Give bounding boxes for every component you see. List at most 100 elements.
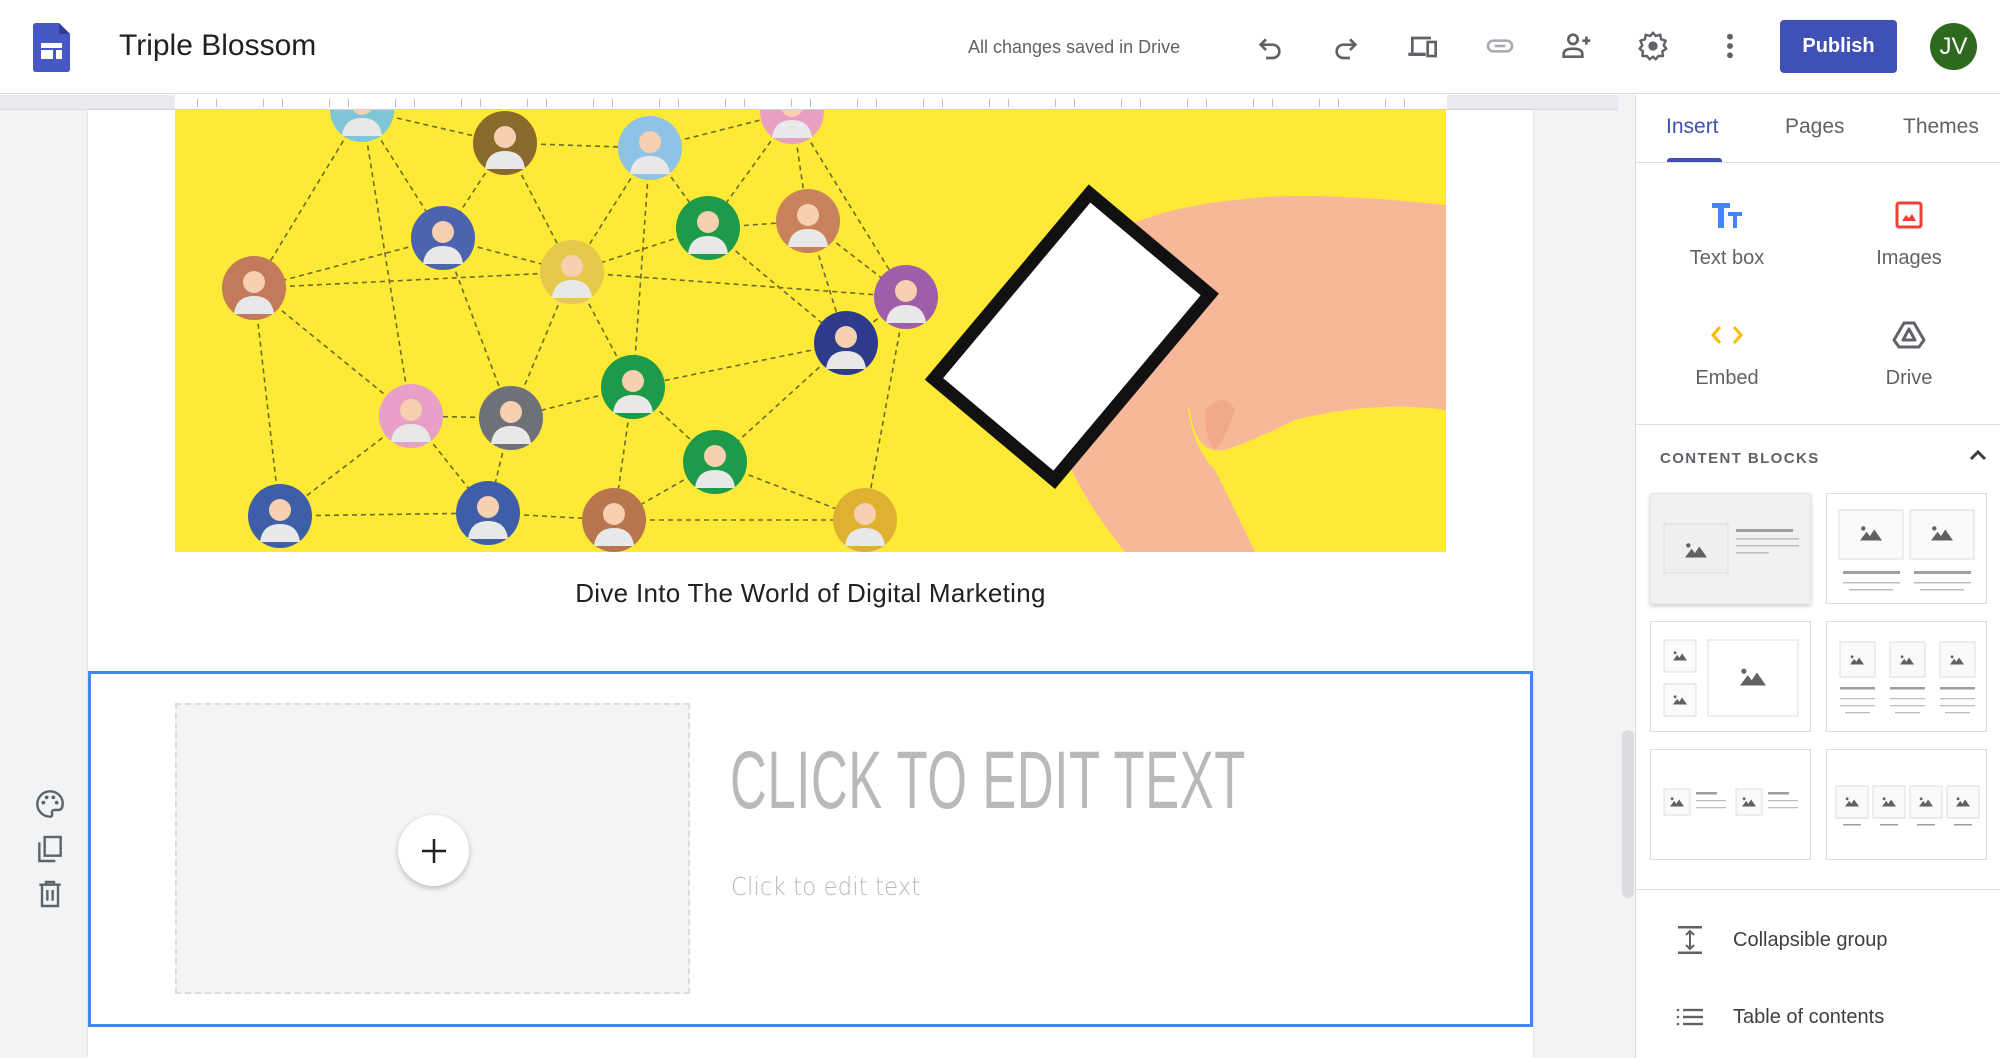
undo-button[interactable] xyxy=(1250,26,1290,66)
ruler-tick xyxy=(1121,99,1122,107)
theme-color-button[interactable] xyxy=(32,786,68,822)
undo-icon xyxy=(1258,38,1281,60)
layout-thumbnail-icon xyxy=(1839,641,1976,714)
image-placeholder[interactable] xyxy=(175,703,690,994)
ruler-tick xyxy=(1187,99,1188,107)
more-options-button[interactable] xyxy=(1710,26,1750,66)
collapse-content-blocks-button[interactable] xyxy=(1964,441,1992,469)
ruler-tick xyxy=(810,99,811,107)
ruler-tick xyxy=(659,99,660,107)
preview-button[interactable] xyxy=(1403,26,1443,66)
ruler-tick xyxy=(1140,99,1141,107)
hero-caption[interactable]: Dive Into The World of Digital Marketing xyxy=(88,578,1533,609)
google-sites-logo-icon[interactable] xyxy=(33,23,70,72)
network-person-avatar xyxy=(814,311,878,375)
site-title[interactable]: Triple Blossom xyxy=(119,26,316,66)
insert-collapsible-group[interactable]: Collapsible group xyxy=(1673,920,1888,960)
network-person-avatar xyxy=(676,196,740,260)
ruler-tick xyxy=(1404,99,1405,107)
ruler xyxy=(0,95,1635,110)
ruler-tick xyxy=(1272,99,1273,107)
settings-button[interactable] xyxy=(1633,26,1673,66)
redo-button[interactable] xyxy=(1326,26,1366,66)
tab-themes[interactable]: Themes xyxy=(1903,115,1979,139)
ruler-tick xyxy=(678,99,679,107)
section-body-placeholder[interactable]: Click to edit text xyxy=(731,872,920,901)
section-heading-placeholder[interactable]: CLICK TO EDIT TEXT xyxy=(730,736,1246,826)
table-of-contents-icon xyxy=(1673,1000,1707,1034)
ruler-tick xyxy=(546,99,547,107)
duplicate-section-button[interactable] xyxy=(32,831,68,867)
ruler-tick xyxy=(1055,99,1056,107)
account-avatar[interactable]: JV xyxy=(1930,23,1977,70)
content-block-two-image-text-rows[interactable] xyxy=(1650,749,1811,860)
link-icon xyxy=(1486,39,1514,53)
network-person-avatar xyxy=(683,430,747,494)
add-image-button[interactable] xyxy=(398,815,469,886)
chevron-up-icon xyxy=(1969,449,1987,461)
save-status: All changes saved in Drive xyxy=(968,37,1181,57)
text-box-icon xyxy=(1652,195,1802,235)
editor-scrollbar-thumb[interactable] xyxy=(1622,730,1634,898)
insert-table-of-contents[interactable]: Table of contents xyxy=(1673,997,1884,1037)
gear-icon xyxy=(1638,31,1668,61)
content-block-image-left-text-right[interactable] xyxy=(1650,493,1811,604)
content-block-four-images-with-captions[interactable] xyxy=(1826,749,1987,860)
person-add-icon xyxy=(1562,33,1591,58)
tab-pages[interactable]: Pages xyxy=(1785,115,1845,139)
ruler-tick xyxy=(216,99,217,107)
tab-insert[interactable]: Insert xyxy=(1666,115,1719,139)
insert-images[interactable]: Images xyxy=(1834,195,1984,295)
delete-section-button[interactable] xyxy=(32,876,68,912)
insert-drive[interactable]: Drive xyxy=(1834,315,1984,415)
network-person-avatar xyxy=(618,116,682,180)
ruler-tick xyxy=(263,99,264,107)
ruler-tick xyxy=(348,99,349,107)
plus-icon xyxy=(421,838,446,863)
editor-scrollbar-track[interactable] xyxy=(1618,95,1635,1058)
content-blocks-heading: CONTENT BLOCKS xyxy=(1660,450,1820,467)
layout-thumbnail-icon xyxy=(1663,639,1799,717)
ruler-tick xyxy=(725,99,726,107)
top-app-bar: Triple Blossom All changes saved in Driv… xyxy=(0,0,2000,94)
network-person-avatar xyxy=(874,265,938,329)
network-person-avatar xyxy=(411,206,475,270)
insert-embed-label: Embed xyxy=(1695,367,1759,389)
ruler-tick xyxy=(989,99,990,107)
hero-image[interactable] xyxy=(175,110,1446,552)
publish-button[interactable]: Publish xyxy=(1780,20,1897,73)
network-person-avatar xyxy=(456,481,520,545)
ruler-tick xyxy=(1319,99,1320,107)
content-block-two-images-with-text[interactable] xyxy=(1826,493,1987,604)
insert-embed[interactable]: Embed xyxy=(1652,315,1802,415)
ruler-tick xyxy=(1206,99,1207,107)
devices-icon xyxy=(1408,36,1437,58)
layout-thumbnail-icon xyxy=(1663,523,1799,574)
insert-text-box[interactable]: Text box xyxy=(1652,195,1802,295)
copy-link-button[interactable] xyxy=(1480,26,1520,66)
network-person-avatar xyxy=(248,484,312,548)
content-block-three-images-with-text[interactable] xyxy=(1826,621,1987,732)
content-block-two-small-one-large-image[interactable] xyxy=(1650,621,1811,732)
redo-icon xyxy=(1335,38,1358,60)
layout-thumbnail-icon xyxy=(1835,785,1980,826)
ruler-tick xyxy=(395,99,396,107)
ruler-tick xyxy=(282,99,283,107)
share-button[interactable] xyxy=(1557,26,1597,66)
side-panel: Insert Pages Themes Text box Images Embe… xyxy=(1635,95,2000,1058)
selected-section[interactable]: CLICK TO EDIT TEXT Click to edit text xyxy=(88,671,1533,1027)
ruler-tick xyxy=(527,99,528,107)
tabs-divider xyxy=(1636,162,2000,163)
network-person-avatar xyxy=(330,110,394,142)
network-person-avatar xyxy=(760,110,824,144)
network-connection-line xyxy=(253,271,573,289)
copy-icon xyxy=(38,835,62,863)
ruler-tick xyxy=(744,99,745,107)
ruler-tick xyxy=(197,99,198,107)
ruler-tick xyxy=(1338,99,1339,107)
ruler-tick xyxy=(876,99,877,107)
drive-icon xyxy=(1834,315,1984,355)
insert-divider xyxy=(1636,424,2000,425)
ruler-tick xyxy=(593,99,594,107)
collapsible-group-icon xyxy=(1673,923,1707,957)
